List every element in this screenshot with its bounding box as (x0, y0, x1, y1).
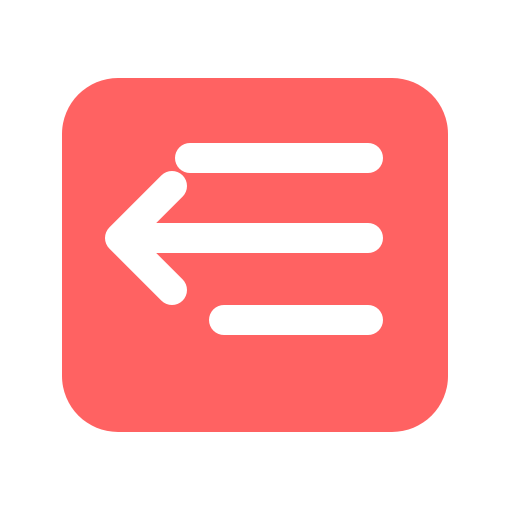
collapse-menu-glyph (62, 78, 448, 432)
collapse-menu-icon[interactable] (62, 78, 448, 432)
canvas (0, 0, 512, 512)
